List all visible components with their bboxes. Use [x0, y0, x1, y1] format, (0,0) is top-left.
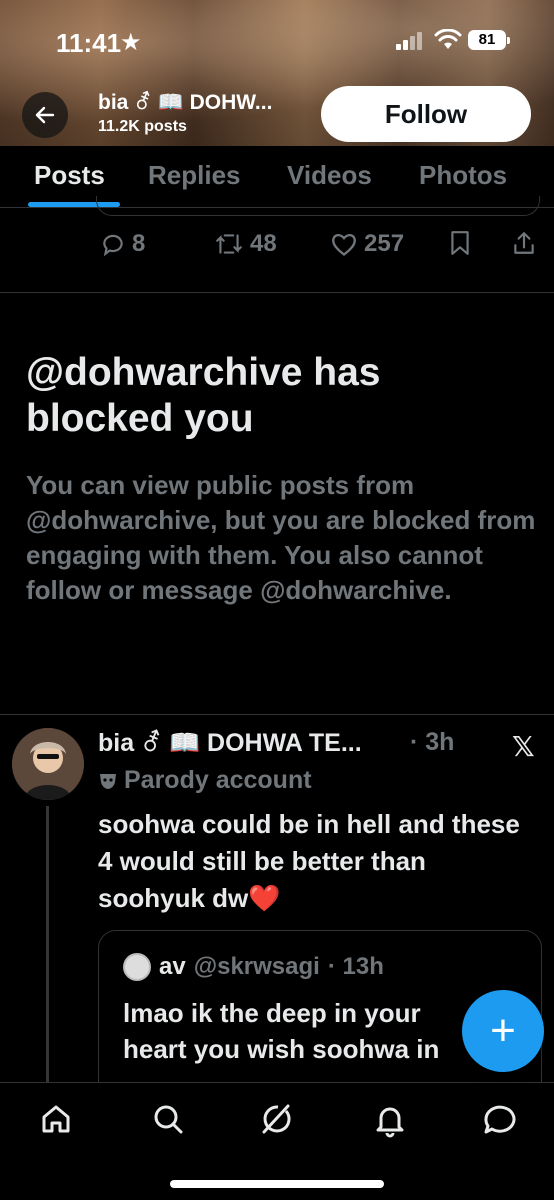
signal-icon — [396, 32, 426, 50]
tab-videos[interactable]: Videos — [287, 160, 372, 191]
focus-star-icon: ★ — [120, 29, 142, 56]
quoted-tweet-text: lmao ik the deep in your heart you wish … — [123, 998, 440, 1064]
nav-notifications[interactable] — [370, 1099, 410, 1139]
search-icon — [154, 1105, 183, 1134]
post-actions: 8 48 257 — [0, 230, 554, 270]
battery-indicator: 81 — [468, 30, 510, 50]
tweet-text: soohwa could be in hell and these 4 woul… — [98, 809, 520, 913]
header-display-name: bia ⚦ 📖 DOHW... — [98, 91, 273, 114]
share-icon — [514, 232, 534, 254]
thread-line — [46, 806, 49, 1086]
like-count: 257 — [364, 230, 405, 257]
bookmark-icon — [451, 231, 469, 255]
status-time: 11:41 — [56, 28, 122, 58]
wifi-icon — [434, 29, 462, 49]
like-button[interactable]: 257 — [330, 230, 404, 258]
reply-count: 8 — [132, 230, 146, 257]
tweet-timestamp[interactable]: · 3h — [410, 728, 454, 757]
notifications-icon — [376, 1107, 404, 1138]
divider — [0, 292, 554, 293]
parody-account-label: Parody account — [98, 766, 312, 795]
home-icon — [42, 1105, 70, 1133]
profile-header: bia ⚦ 📖 DOHW... 11.2K posts Follow — [0, 86, 554, 146]
blocked-notice: @dohwarchive has blocked you You can vie… — [26, 350, 536, 608]
repost-button[interactable]: 48 — [214, 230, 277, 258]
parody-text: Parody account — [124, 766, 312, 794]
reply-icon — [103, 234, 123, 257]
follow-button[interactable]: Follow — [321, 86, 531, 142]
quoted-tweet-header: av @skrwsagi · 13h — [123, 953, 384, 981]
messages-icon — [484, 1105, 516, 1134]
x-logo-icon: 𝕏 — [512, 730, 535, 763]
nav-messages[interactable] — [480, 1099, 520, 1139]
tab-replies[interactable]: Replies — [148, 160, 241, 191]
previous-quote-card — [96, 196, 540, 216]
avatar[interactable] — [12, 728, 84, 800]
status-bar: 11:41 ★ 81 — [0, 0, 554, 86]
quoted-avatar — [123, 953, 151, 981]
blocked-description: You can view public posts from @dohwarch… — [26, 470, 536, 605]
tab-posts[interactable]: Posts — [34, 160, 105, 191]
nav-home[interactable] — [36, 1099, 76, 1139]
divider — [0, 714, 554, 715]
home-indicator — [170, 1180, 384, 1188]
like-icon — [332, 234, 356, 256]
quoted-display-name: av — [159, 953, 186, 980]
share-button[interactable] — [512, 230, 536, 256]
bookmark-button[interactable] — [449, 230, 471, 256]
quoted-timestamp: · 13h — [327, 953, 384, 980]
back-arrow-icon — [35, 106, 55, 124]
tab-photos[interactable]: Photos — [419, 160, 507, 191]
tweet-display-name[interactable]: bia ⚦ 📖 DOHWA TE... — [98, 728, 362, 758]
reply-button[interactable]: 8 — [100, 230, 145, 258]
repost-count: 48 — [250, 230, 277, 257]
compose-button[interactable]: + — [462, 990, 544, 1072]
blocked-title: @dohwarchive has blocked you — [26, 351, 381, 440]
header-post-count: 11.2K posts — [98, 118, 187, 135]
parody-mask-icon — [100, 773, 116, 789]
grok-icon — [262, 1104, 291, 1134]
nav-grok[interactable] — [256, 1099, 296, 1139]
back-button[interactable] — [22, 92, 68, 138]
nav-search[interactable] — [148, 1099, 188, 1139]
quoted-handle: @skrwsagi — [193, 953, 320, 980]
repost-icon — [216, 234, 242, 254]
